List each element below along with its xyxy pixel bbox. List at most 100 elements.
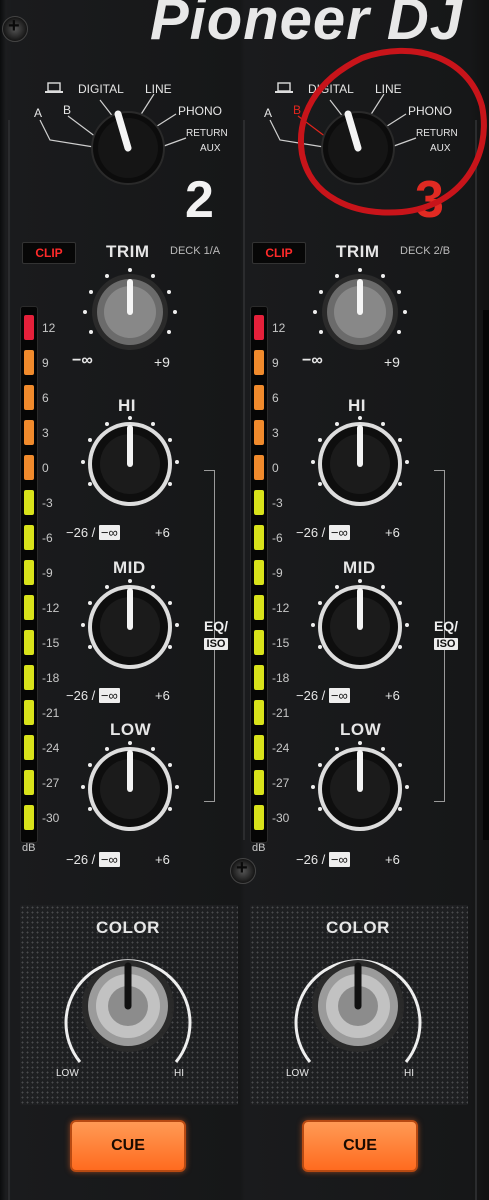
trim-knob[interactable] [305,262,415,362]
cue-button[interactable]: CUE [70,1120,186,1172]
low-max-label: +6 [155,852,170,867]
meter-segment [24,490,34,515]
meter-segment [254,805,264,830]
meter-tick: -12 [42,601,60,615]
meter-segment [254,700,264,725]
meter-segment [254,385,264,410]
meter-tick: 12 [272,321,286,335]
meter-unit: dB [22,842,36,854]
meter-segment [254,665,264,690]
meter-segment [254,525,264,550]
eq-hi-knob[interactable] [305,412,415,512]
mid-max-label: +6 [155,688,170,703]
color-low-label: LOW [56,1068,79,1079]
color-hi-label: HI [174,1068,184,1079]
meter-segment [24,350,34,375]
meter-segment [24,385,34,410]
meter-segment [254,455,264,480]
mid-min-label: −26 / −∞ [296,688,350,703]
hi-min-label: −26 / −∞ [66,525,120,540]
trim-min-label: −∞ [72,352,93,369]
color-low-label: LOW [286,1068,309,1079]
meter-segment [254,350,264,375]
meter-tick: 3 [272,426,279,440]
color-hi-label: HI [404,1068,414,1079]
meter-segment [24,455,34,480]
mid-min-label: −26 / −∞ [66,688,120,703]
meter-tick: 6 [272,391,279,405]
channel-3: A B DIGITAL LINE PHONO RETURN AUX 3 CLIP [230,0,489,1200]
meter-tick: -18 [42,671,60,685]
meter-segment [254,420,264,445]
color-knob[interactable] [58,938,198,1078]
meter-tick: -6 [42,531,53,545]
cue-button[interactable]: CUE [302,1120,418,1172]
meter-segment [24,630,34,655]
meter-tick: -21 [272,706,290,720]
meter-segment [24,595,34,620]
meter-segment [24,735,34,760]
meter-segment [24,770,34,795]
meter-tick: -21 [42,706,60,720]
mixer-panel: Pioneer DJ A B DIGITAL LINE PHONO RETURN… [0,0,489,1200]
meter-segment [24,560,34,585]
meter-tick: 0 [42,461,49,475]
meter-tick: 9 [272,356,279,370]
meter-segment [24,805,34,830]
eq-iso-label: EQ/ ISO [433,618,459,650]
hi-max-label: +6 [385,525,400,540]
trim-knob[interactable] [75,262,185,362]
meter-tick: -18 [272,671,290,685]
meter-tick: -24 [272,741,290,755]
eq-mid-knob[interactable] [75,575,185,675]
eq-low-knob[interactable] [305,737,415,837]
annotation-circle [298,47,487,216]
meter-tick: -9 [272,566,283,580]
color-label: COLOR [96,918,160,937]
meter-segment [24,665,34,690]
meter-tick: 12 [42,321,56,335]
meter-tick: -12 [272,601,290,615]
clip-indicator: CLIP [22,242,76,264]
trim-label: TRIM [336,242,380,261]
meter-segment [254,490,264,515]
level-meter [20,306,38,843]
meter-tick: -27 [42,776,60,790]
eq-mid-knob[interactable] [305,575,415,675]
hi-max-label: +6 [155,525,170,540]
meter-tick: 0 [272,461,279,475]
meter-tick: -30 [42,811,60,825]
meter-segment [24,420,34,445]
meter-segment [24,525,34,550]
color-label: COLOR [326,918,390,937]
meter-tick: -9 [42,566,53,580]
trim-label: TRIM [106,242,150,261]
trim-max-label: +9 [154,354,170,370]
level-meter [250,306,268,843]
meter-tick: -6 [272,531,283,545]
meter-segment [254,630,264,655]
meter-tick: 6 [42,391,49,405]
meter-tick: 3 [42,426,49,440]
meter-segment [254,770,264,795]
deck-label: DECK 1/A [170,245,221,257]
eq-hi-knob[interactable] [75,412,185,512]
color-knob[interactable] [288,938,428,1078]
meter-segment [254,315,264,340]
eq-low-knob[interactable] [75,737,185,837]
meter-tick: -3 [42,496,53,510]
deck-label: DECK 2/B [400,245,451,257]
channel-number: 2 [185,171,214,229]
low-min-label: −26 / −∞ [296,852,350,867]
meter-tick: -3 [272,496,283,510]
meter-tick: -15 [42,636,60,650]
hi-min-label: −26 / −∞ [296,525,350,540]
channel-2: A B DIGITAL LINE PHONO RETURN AUX 2 CLIP… [0,0,244,1200]
meter-segment [254,735,264,760]
meter-tick: -15 [272,636,290,650]
meter-tick: -30 [272,811,290,825]
meter-tick: -24 [42,741,60,755]
meter-tick: 9 [42,356,49,370]
trim-min-label: −∞ [302,352,323,369]
meter-tick: -27 [272,776,290,790]
